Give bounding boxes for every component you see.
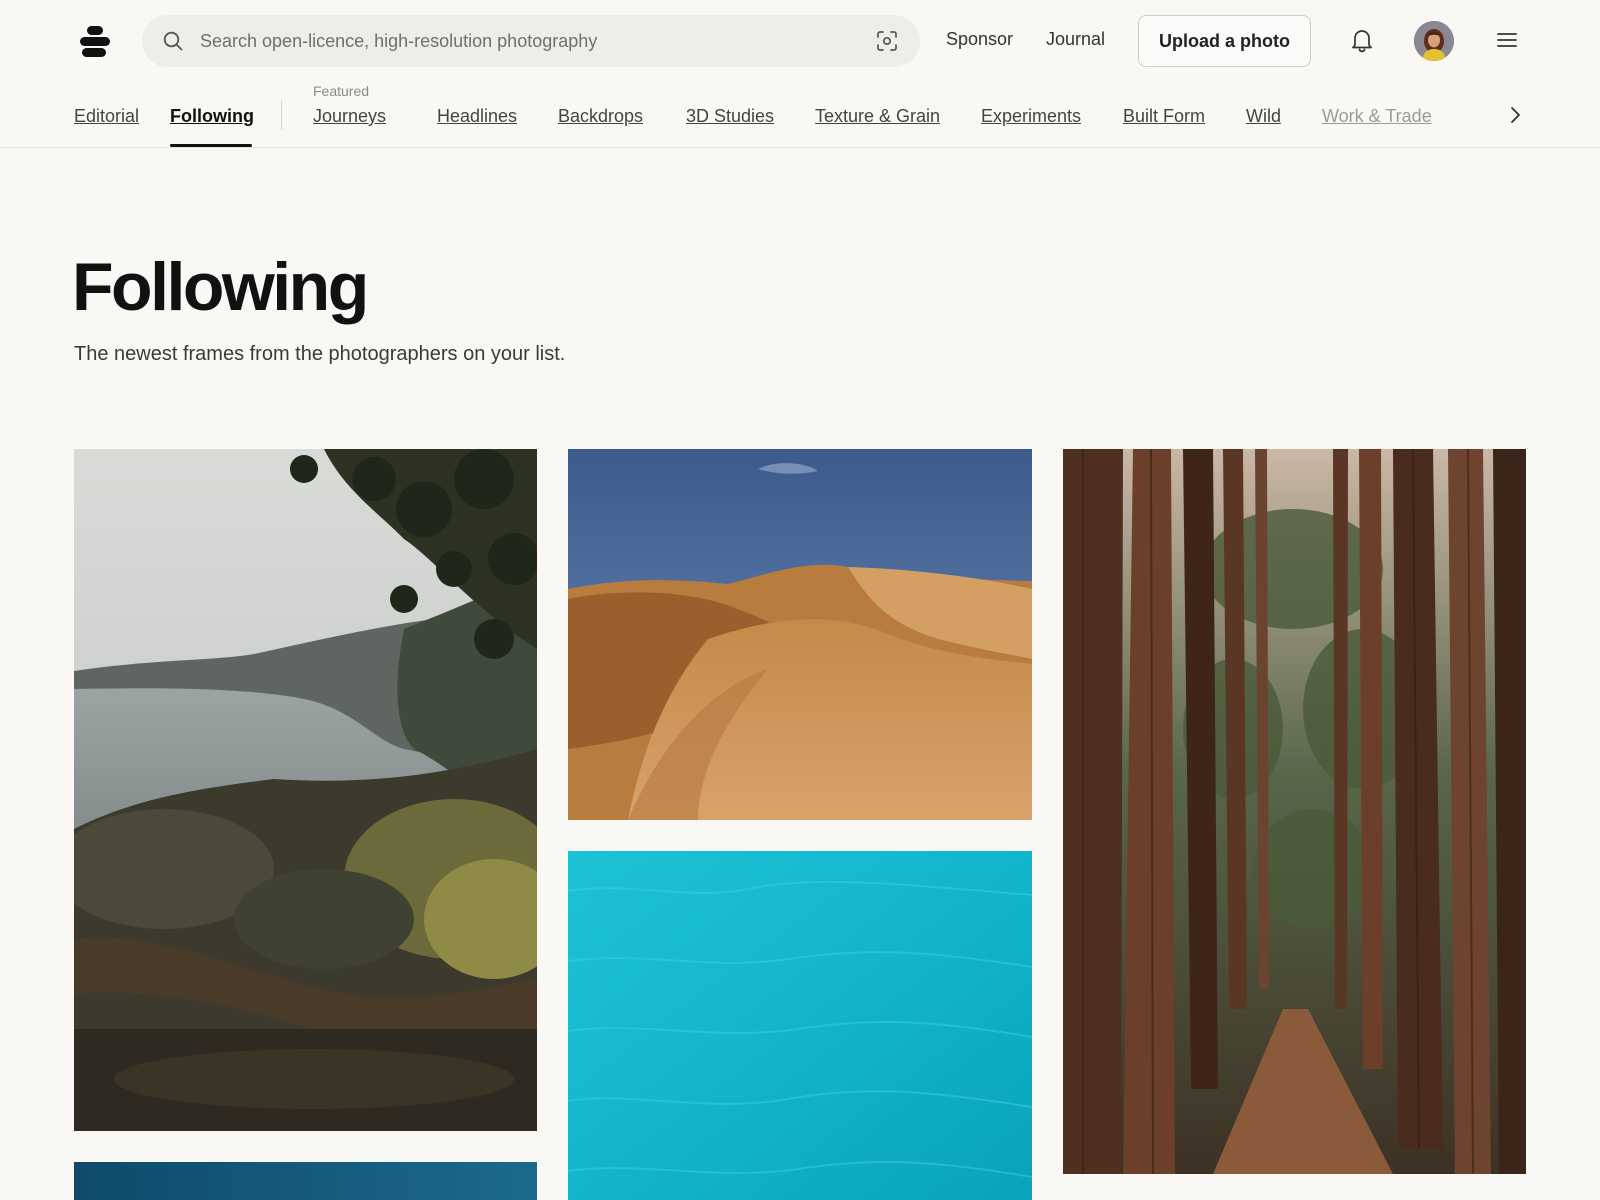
search-icon[interactable]	[162, 30, 184, 52]
avatar-portrait-image	[1414, 21, 1454, 61]
redwood-forest-image	[1063, 449, 1526, 1174]
tab-wild[interactable]: Wild	[1246, 106, 1281, 127]
photo-turquoise-water[interactable]	[568, 851, 1032, 1200]
tab-experiments[interactable]: Experiments	[981, 106, 1081, 127]
tab-backdrops[interactable]: Backdrops	[558, 106, 643, 127]
photo-coastal-cliffs[interactable]	[74, 449, 537, 1131]
notifications-bell-icon[interactable]	[1350, 27, 1374, 53]
tab-following[interactable]: Following	[170, 106, 254, 127]
search-input[interactable]	[200, 15, 840, 67]
upload-photo-button[interactable]: Upload a photo	[1138, 15, 1311, 67]
tab-headlines[interactable]: Headlines	[437, 106, 517, 127]
tab-built-form[interactable]: Built Form	[1123, 106, 1205, 127]
desert-dunes-image	[568, 449, 1032, 820]
site-logo[interactable]	[80, 24, 110, 58]
tab-journeys[interactable]: Journeys	[313, 106, 386, 127]
tab-texture-grain[interactable]: Texture & Grain	[815, 106, 940, 127]
category-tabs: Editorial Following Featured Journeys He…	[0, 82, 1600, 148]
active-tab-indicator	[170, 144, 252, 147]
photo-desert-dunes[interactable]	[568, 449, 1032, 820]
search-bar[interactable]	[142, 15, 920, 67]
tab-work-trade[interactable]: Work & Trade	[1322, 106, 1432, 127]
tab-divider	[281, 100, 282, 130]
turquoise-water-image	[568, 851, 1032, 1200]
top-navigation-bar: Sponsor Journal Upload a photo	[0, 0, 1600, 82]
nav-link-journal[interactable]: Journal	[1046, 29, 1105, 50]
chevron-right-icon[interactable]	[1504, 104, 1526, 126]
hamburger-menu-icon[interactable]	[1496, 30, 1518, 50]
ocean-partial-image	[74, 1162, 537, 1200]
user-avatar[interactable]	[1414, 21, 1454, 61]
photo-redwood-forest[interactable]	[1063, 449, 1526, 1174]
page-title: Following	[72, 249, 369, 325]
visual-search-icon[interactable]	[876, 30, 898, 52]
tab-editorial[interactable]: Editorial	[74, 106, 139, 127]
page-subtitle: The newest frames from the photographers…	[74, 343, 566, 365]
coastal-cliffs-image	[74, 449, 537, 1131]
nav-link-sponsor[interactable]: Sponsor	[946, 29, 1013, 50]
featured-section-label: Featured	[313, 83, 370, 99]
tab-3d-studies[interactable]: 3D Studies	[686, 106, 774, 127]
photo-ocean-partial[interactable]	[74, 1162, 537, 1200]
